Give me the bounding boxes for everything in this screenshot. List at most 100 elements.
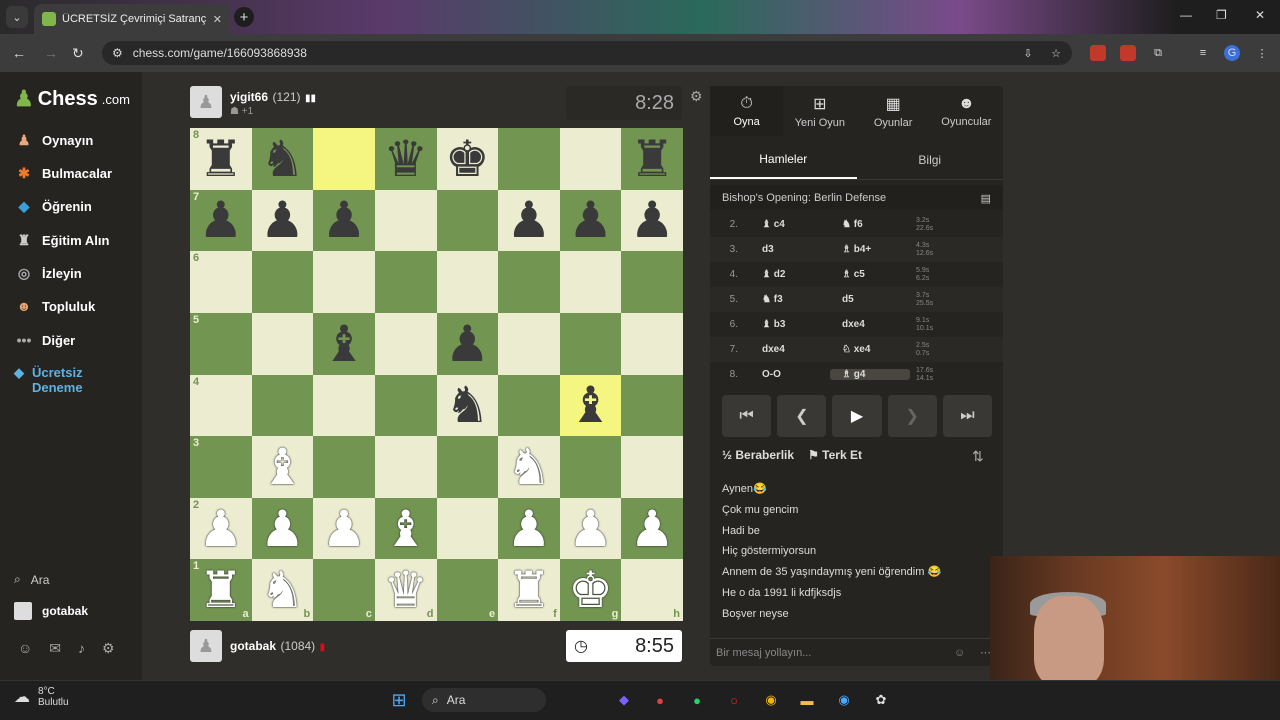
black-move[interactable]: dxe4 — [830, 319, 910, 330]
square-c8[interactable] — [313, 128, 375, 190]
tab-moves[interactable]: Hamleler — [710, 140, 857, 179]
sidebar-item-watch[interactable]: ◎ İzleyin — [14, 265, 82, 282]
white-pawn-piece[interactable]: ♟ — [260, 504, 305, 554]
square-d5[interactable] — [374, 312, 437, 375]
square-a2[interactable]: 2 ♟ — [190, 497, 252, 560]
browser-menu-icon[interactable]: ⋮ — [1254, 45, 1270, 61]
square-c3[interactable] — [313, 436, 375, 498]
taskbar-app-icon[interactable]: ✿ — [871, 690, 891, 710]
white-move[interactable]: ♝ c4 — [750, 219, 830, 230]
bookmark-star-icon[interactable]: ☆ — [1048, 45, 1064, 61]
site-info-icon[interactable]: ⚙ — [112, 46, 123, 60]
copilot-icon[interactable]: ◆ — [614, 690, 634, 710]
browser-tab[interactable]: ÜCRETSİZ Çevrimiçi Satranç Oyna ✕ — [34, 4, 230, 34]
profile-avatar-icon[interactable]: G — [1224, 45, 1240, 61]
square-a7[interactable]: 7 ♟ — [190, 189, 252, 252]
last-move-button[interactable]: ⏭ — [942, 395, 993, 437]
tab-info[interactable]: Bilgi — [857, 140, 1004, 179]
square-d6[interactable] — [374, 251, 437, 313]
black-knight-piece[interactable]: ♞ — [445, 380, 490, 430]
square-c1[interactable]: c — [313, 559, 375, 621]
chrome-profile-icon[interactable]: ◉ — [834, 690, 854, 710]
chrome-icon[interactable]: ◉ — [761, 690, 781, 710]
weather-widget[interactable]: ☁ 8°C Bulutlu — [14, 686, 69, 708]
white-move[interactable]: d3 — [750, 244, 830, 255]
square-d8[interactable]: ♛ — [374, 128, 437, 190]
prev-move-button[interactable]: ❮ — [777, 395, 827, 437]
black-bishop-piece[interactable]: ♝ — [568, 380, 613, 430]
square-e5[interactable]: ♟ — [436, 312, 499, 375]
black-pawn-piece[interactable]: ♟ — [445, 319, 490, 369]
sidebar-item-play[interactable]: ♟ Oynayın — [14, 132, 94, 149]
square-a3[interactable]: 3 — [190, 436, 252, 498]
close-window-icon[interactable]: ✕ — [1255, 8, 1265, 22]
extension-icon[interactable] — [1090, 45, 1106, 61]
black-bishop-piece[interactable]: ♝ — [322, 319, 367, 369]
tab-play[interactable]: ⏱ Oyna — [710, 86, 784, 136]
square-f3[interactable]: ♞ — [498, 436, 560, 498]
square-f1[interactable]: f ♜ — [498, 559, 560, 621]
flip-board-icon[interactable]: ⇅ — [972, 448, 984, 465]
square-d4[interactable] — [374, 374, 437, 437]
square-b7[interactable]: ♟ — [251, 189, 314, 252]
forward-icon[interactable]: → — [44, 45, 58, 61]
maximize-icon[interactable]: ❐ — [1216, 8, 1227, 22]
opera-icon[interactable]: ○ — [724, 690, 744, 710]
close-tab-icon[interactable]: ✕ — [213, 13, 222, 26]
whatsapp-icon[interactable]: ● — [687, 690, 707, 710]
bottom-player-avatar[interactable]: ♟ — [190, 630, 222, 662]
mail-icon[interactable]: ✉ — [49, 640, 61, 657]
square-b5[interactable] — [251, 312, 314, 375]
url-field[interactable]: ⚙ chess.com/game/166093868938 — [102, 41, 1072, 65]
square-h5[interactable] — [621, 312, 683, 375]
square-e8[interactable]: ♚ — [436, 128, 499, 190]
black-move[interactable]: d5 — [830, 294, 910, 305]
square-b8[interactable]: ♞ — [251, 128, 314, 190]
bottom-player-name[interactable]: gotabak — [230, 639, 276, 653]
square-g2[interactable]: ♟ — [559, 497, 622, 560]
square-b1[interactable]: b ♞ — [251, 559, 314, 621]
square-e4[interactable]: ♞ — [436, 374, 499, 437]
square-e7[interactable] — [436, 189, 499, 252]
black-pawn-piece[interactable]: ♟ — [630, 195, 675, 245]
black-move[interactable]: ♗ g4 — [830, 369, 910, 380]
black-pawn-piece[interactable]: ♟ — [322, 195, 367, 245]
sidebar-item-community[interactable]: ☻ Topluluk — [14, 298, 96, 314]
square-b2[interactable]: ♟ — [251, 497, 314, 560]
white-pawn-piece[interactable]: ♟ — [198, 504, 243, 554]
tab-menu-button[interactable]: ⌄ — [6, 6, 28, 28]
free-trial-link[interactable]: ◆ Ücretsiz Deneme — [14, 365, 92, 395]
square-c4[interactable] — [313, 374, 375, 437]
white-bishop-piece[interactable]: ♝ — [260, 442, 305, 492]
sidebar-profile[interactable]: gotabak — [14, 602, 88, 620]
black-move[interactable]: ♞ f6 — [830, 219, 910, 230]
square-d7[interactable] — [374, 189, 437, 252]
white-bishop-piece[interactable]: ♝ — [383, 504, 428, 554]
black-pawn-piece[interactable]: ♟ — [260, 195, 305, 245]
square-b3[interactable]: ♝ — [251, 436, 314, 498]
square-h6[interactable] — [621, 251, 683, 313]
black-pawn-piece[interactable]: ♟ — [507, 195, 552, 245]
white-knight-piece[interactable]: ♞ — [507, 442, 552, 492]
white-rook-piece[interactable]: ♜ — [198, 565, 243, 615]
install-icon[interactable]: ⇩ — [1020, 45, 1036, 61]
board-settings-icon[interactable]: ⚙ — [690, 88, 703, 105]
square-a8[interactable]: 8 ♜ — [190, 128, 252, 190]
white-knight-piece[interactable]: ♞ — [260, 565, 305, 615]
extensions-puzzle-icon[interactable]: ⧉ — [1150, 45, 1166, 61]
book-icon[interactable]: ▤ — [981, 192, 991, 205]
minimize-icon[interactable]: — — [1180, 8, 1192, 22]
square-g1[interactable]: g ♚ — [559, 559, 622, 621]
square-e6[interactable] — [436, 251, 499, 313]
sidebar-item-more[interactable]: ••• Diğer — [14, 332, 76, 348]
black-move[interactable]: ♗ c5 — [830, 269, 910, 280]
square-a5[interactable]: 5 — [190, 312, 252, 375]
back-icon[interactable]: ← — [12, 45, 26, 61]
square-f4[interactable] — [498, 374, 560, 437]
square-c7[interactable]: ♟ — [313, 189, 375, 252]
square-a6[interactable]: 6 — [190, 251, 252, 313]
media-icon[interactable]: ≡ — [1195, 45, 1211, 61]
square-d2[interactable]: ♝ — [374, 497, 437, 560]
chat-input[interactable]: Bir mesaj yollayın... ☺ ⋯ — [710, 638, 1003, 666]
chess-logo[interactable]: ♟ Chess .com — [14, 86, 130, 112]
